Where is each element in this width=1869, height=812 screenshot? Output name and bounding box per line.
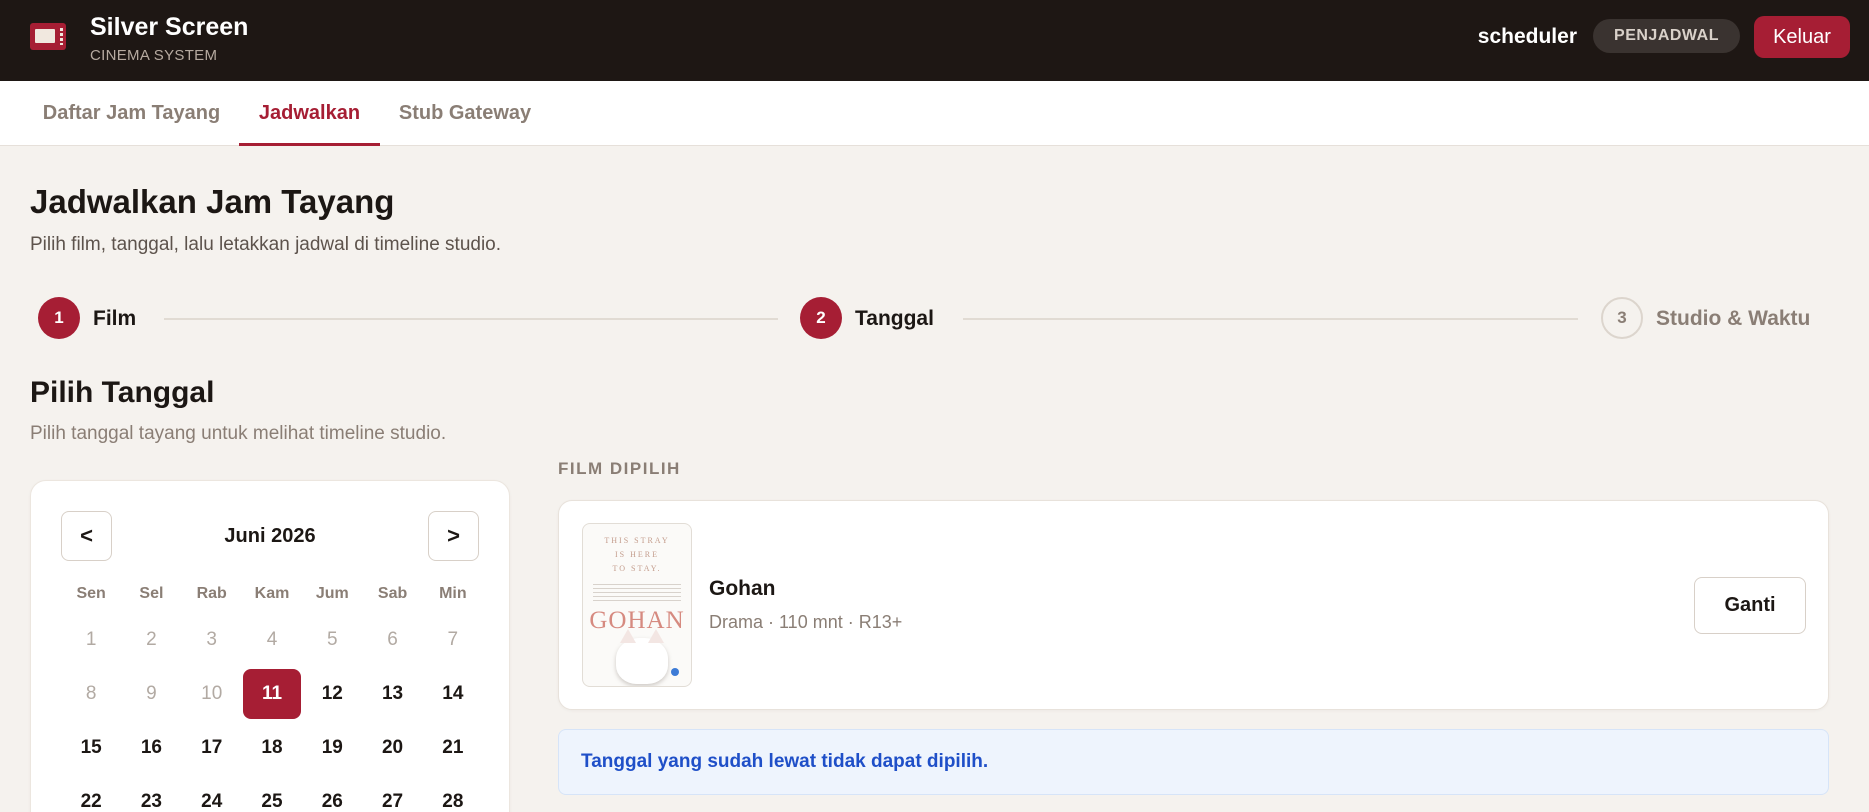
logout-button[interactable]: Keluar <box>1754 16 1850 58</box>
step-3-circle: 3 <box>1601 297 1643 339</box>
calendar-week-row: 22 23 24 25 26 27 28 <box>61 776 483 812</box>
page-title: Jadwalkan Jam Tayang <box>30 183 395 220</box>
selected-film-label: FILM DIPILIH <box>558 459 681 478</box>
calendar-day[interactable]: 12 <box>302 668 362 720</box>
calendar-day[interactable]: 19 <box>302 722 362 774</box>
calendar-day: 1 <box>85 629 97 650</box>
top-header: Silver Screen CINEMA SYSTEM scheduler PE… <box>0 0 1869 81</box>
weekday-label: Rab <box>196 585 227 602</box>
calendar-day[interactable]: 20 <box>362 722 422 774</box>
calendar-day[interactable]: 24 <box>182 776 242 812</box>
weekday-label: Sab <box>377 585 408 602</box>
poster-fine-print <box>593 584 681 604</box>
past-date-info-alert: Tanggal yang sudah lewat tidak dapat dip… <box>558 729 1829 795</box>
calendar-day: 5 <box>326 629 338 650</box>
dog-illustration <box>616 629 668 684</box>
calendar-day[interactable]: 16 <box>121 722 181 774</box>
step-1-circle: 1 <box>38 297 80 339</box>
calendar-day[interactable]: 27 <box>362 776 422 812</box>
page-subtitle: Pilih film, tanggal, lalu letakkan jadwa… <box>30 234 502 255</box>
next-month-button[interactable]: > <box>428 511 479 561</box>
calendar-day: 2 <box>146 629 157 650</box>
calendar-day[interactable]: 14 <box>423 668 483 720</box>
calendar-day[interactable]: 25 <box>242 776 302 812</box>
calendar-day: 4 <box>266 629 278 650</box>
calendar-day[interactable]: 13 <box>362 668 422 720</box>
app-subtitle: CINEMA SYSTEM <box>90 47 218 64</box>
step-2-circle: 2 <box>800 297 842 339</box>
calendar-week-row: 8 9 10 11 12 13 14 <box>61 668 483 720</box>
poster-logo-icon <box>671 668 679 676</box>
step-2-label: Tanggal <box>855 307 934 330</box>
poster-tagline: THIS STRAY IS HERE TO STAY. <box>604 536 670 573</box>
calendar-week-row: 1 2 3 4 5 6 7 <box>61 614 483 666</box>
date-calendar: < Juni 2026 > Sen Sel Rab Kam Jum Sab Mi… <box>30 480 510 812</box>
poster-title: GOHAN <box>589 607 685 634</box>
weekday-label: Min <box>439 585 467 602</box>
calendar-day[interactable]: 21 <box>423 722 483 774</box>
calendar-day: 6 <box>387 629 398 650</box>
step-connector <box>963 318 1578 320</box>
calendar-day[interactable]: 23 <box>121 776 181 812</box>
ticket-icon <box>30 23 66 50</box>
calendar-day[interactable]: 18 <box>242 722 302 774</box>
username: scheduler <box>1477 25 1577 48</box>
tab-jadwalkan[interactable]: Jadwalkan <box>239 81 380 146</box>
calendar-day[interactable]: 22 <box>61 776 121 812</box>
calendar-day[interactable]: 26 <box>302 776 362 812</box>
date-section-subtitle: Pilih tanggal tayang untuk melihat timel… <box>30 423 447 444</box>
calendar-day: 10 <box>201 683 223 704</box>
weekday-label: Sen <box>76 585 106 602</box>
calendar-day: 8 <box>85 683 97 704</box>
calendar-day: 3 <box>206 629 217 650</box>
step-3-label: Studio & Waktu <box>1656 307 1811 330</box>
date-section-title: Pilih Tanggal <box>30 376 215 409</box>
film-poster: THIS STRAY IS HERE TO STAY. GOHAN <box>582 523 692 687</box>
calendar-week-row: 15 16 17 18 19 20 21 <box>61 722 483 774</box>
weekday-label: Jum <box>315 585 349 602</box>
tab-bar: Daftar Jam Tayang Jadwalkan Stub Gateway <box>0 81 1869 146</box>
weekday-label: Sel <box>139 585 164 602</box>
app-title: Silver Screen <box>90 13 249 41</box>
weekday-label: Kam <box>254 585 290 602</box>
calendar-day[interactable]: 15 <box>61 722 121 774</box>
step-1-label: Film <box>93 307 137 330</box>
calendar-weekday-row: Sen Sel Rab Kam Jum Sab Min <box>61 585 483 603</box>
calendar-day-selected[interactable]: 11 <box>242 668 302 720</box>
film-meta: Drama · 110 mnt · R13+ <box>709 612 903 632</box>
calendar-day[interactable]: 17 <box>182 722 242 774</box>
tab-stub-gateway[interactable]: Stub Gateway <box>380 81 550 146</box>
role-badge: PENJADWAL <box>1593 19 1740 53</box>
step-connector <box>164 318 778 320</box>
selected-film-card: THIS STRAY IS HERE TO STAY. GOHAN Gohan … <box>558 500 1829 710</box>
calendar-day: 9 <box>146 683 157 704</box>
calendar-day: 7 <box>447 629 459 650</box>
change-film-button[interactable]: Ganti <box>1694 577 1806 634</box>
tab-daftar-jam-tayang[interactable]: Daftar Jam Tayang <box>24 81 239 146</box>
calendar-day[interactable]: 28 <box>423 776 483 812</box>
film-title: Gohan <box>709 577 776 600</box>
